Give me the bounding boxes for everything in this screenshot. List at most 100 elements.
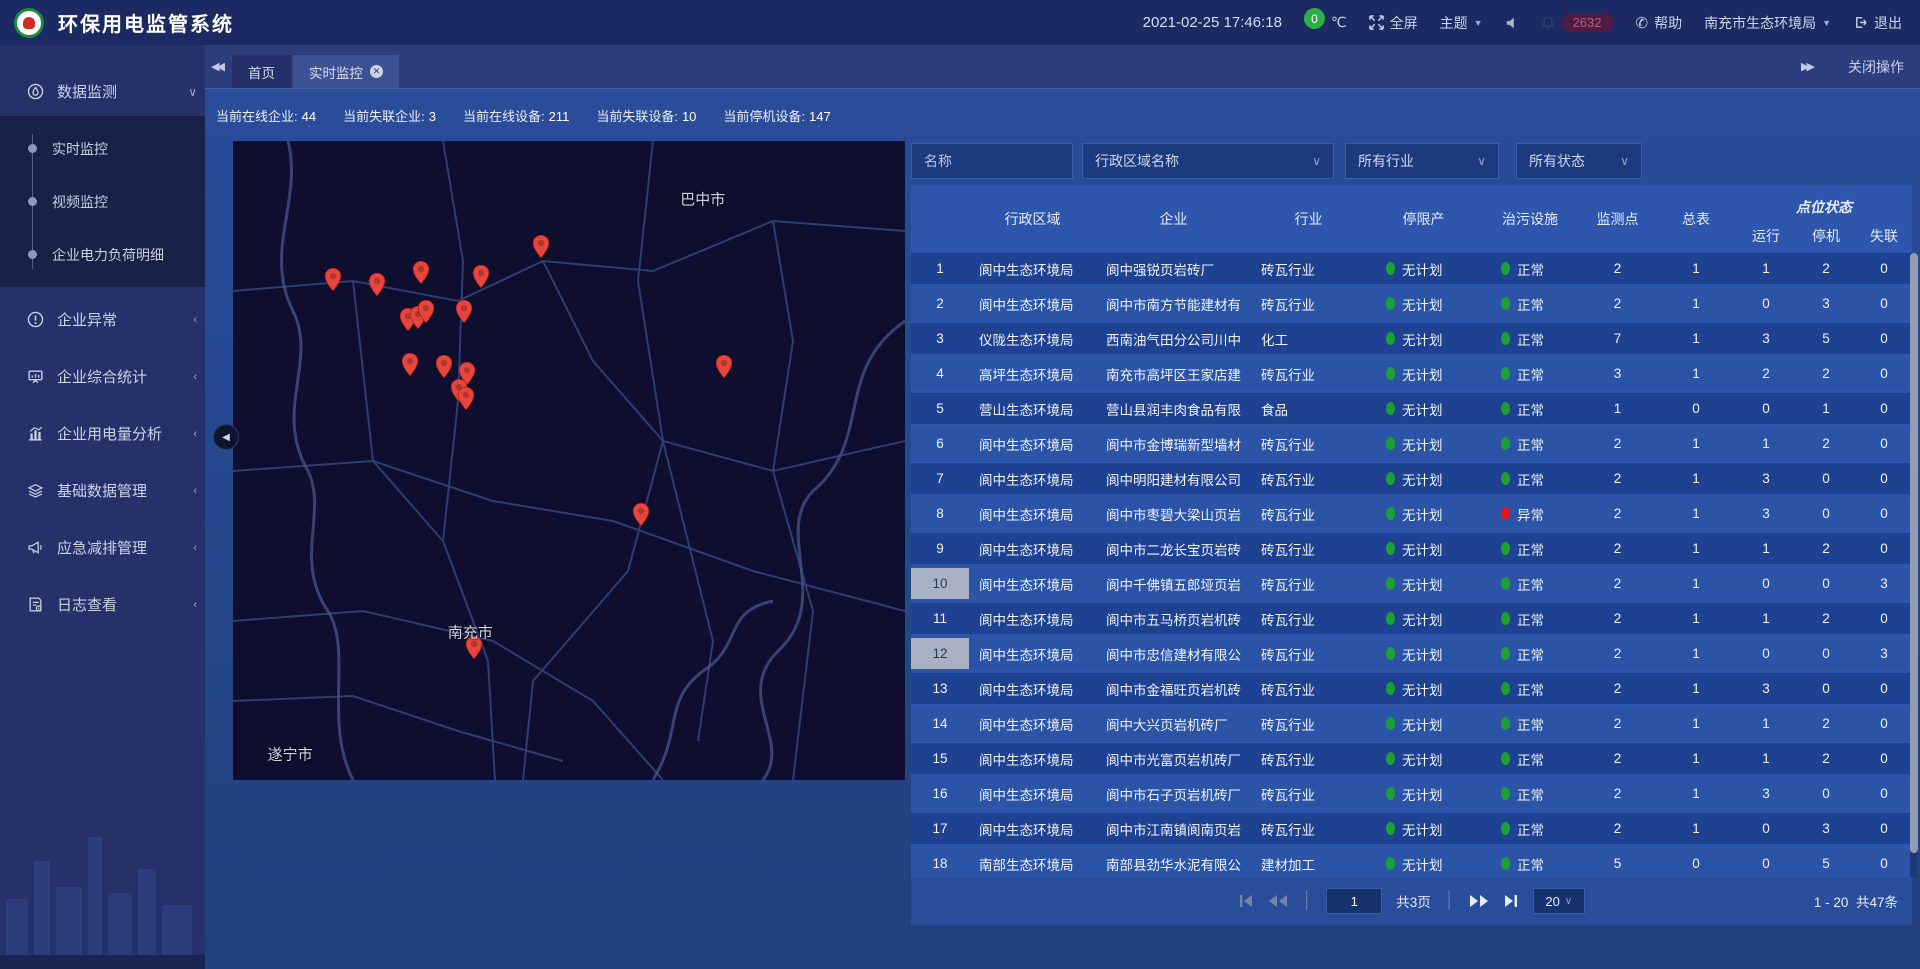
name-search-input[interactable] bbox=[911, 143, 1073, 179]
cell-lost: 3 bbox=[1856, 568, 1912, 599]
chevron-down-icon: ∨ bbox=[1620, 154, 1629, 168]
table-row[interactable]: 16阆中生态环境局阆中市石子页岩机砖厂砖瓦行业无计划正常21300 bbox=[911, 778, 1912, 813]
industry-select[interactable]: 所有行业 ∨ bbox=[1345, 143, 1499, 179]
table-row[interactable]: 6阆中生态环境局阆中市金博瑞新型墙材砖瓦行业无计划正常21120 bbox=[911, 428, 1912, 463]
table-row[interactable]: 17阆中生态环境局阆中市江南镇阆南页岩砖瓦行业无计划正常21030 bbox=[911, 813, 1912, 848]
cell-idx: 4 bbox=[911, 358, 969, 389]
tab-home[interactable]: 首页 bbox=[232, 55, 291, 88]
cell-stop: 无计划 bbox=[1366, 568, 1481, 599]
sidebar-item-5[interactable]: 应急减排管理‹ bbox=[0, 523, 205, 572]
sidebar-item-6[interactable]: 日志查看‹ bbox=[0, 580, 205, 629]
cell-industry: 砖瓦行业 bbox=[1251, 603, 1366, 634]
cell-facility: 正常 bbox=[1481, 673, 1579, 704]
map-pin-icon[interactable] bbox=[368, 272, 386, 297]
cell-facility: 正常 bbox=[1481, 848, 1579, 877]
logout-button[interactable]: 退出 bbox=[1853, 13, 1902, 33]
cell-monitor: 2 bbox=[1579, 708, 1656, 739]
first-page-button[interactable] bbox=[1238, 894, 1254, 908]
cell-idx: 13 bbox=[911, 673, 969, 704]
cell-region: 阆中生态环境局 bbox=[969, 813, 1096, 844]
notifications-button[interactable]: 2632 bbox=[1541, 13, 1614, 32]
status-dot-green bbox=[1386, 577, 1395, 590]
prev-page-button[interactable] bbox=[1268, 894, 1288, 908]
tab-realtime-monitor[interactable]: 实时监控 ✕ bbox=[293, 55, 399, 88]
cell-run: 2 bbox=[1736, 358, 1796, 389]
next-page-button[interactable] bbox=[1469, 894, 1489, 908]
map-pin-icon[interactable] bbox=[632, 502, 650, 527]
cell-total: 1 bbox=[1656, 743, 1736, 774]
table-row[interactable]: 2阆中生态环境局阆中市南方节能建材有砖瓦行业无计划正常21030 bbox=[911, 288, 1912, 323]
cell-company: 营山县润丰肉食品有限 bbox=[1096, 393, 1251, 424]
table-row[interactable]: 14阆中生态环境局阆中大兴页岩机砖厂砖瓦行业无计划正常21120 bbox=[911, 708, 1912, 743]
table-row[interactable]: 8阆中生态环境局阆中市枣碧大梁山页岩砖瓦行业无计划异常21300 bbox=[911, 498, 1912, 533]
sidebar-item-4[interactable]: 基础数据管理‹ bbox=[0, 466, 205, 515]
sound-toggle-button[interactable] bbox=[1505, 16, 1519, 30]
region-select[interactable]: 行政区域名称 ∨ bbox=[1082, 143, 1334, 179]
sidebar-subitem-0-2[interactable]: 企业电力负荷明细 bbox=[0, 228, 205, 281]
table-row[interactable]: 7阆中生态环境局阆中明阳建材有限公司砖瓦行业无计划正常21300 bbox=[911, 463, 1912, 498]
table-row[interactable]: 18南部生态环境局南部县劲华水泥有限公建材加工无计划正常50050 bbox=[911, 848, 1912, 877]
user-org-menu[interactable]: 南充市生态环境局 ▼ bbox=[1704, 13, 1831, 33]
map-pin-icon[interactable] bbox=[417, 299, 435, 324]
map-pin-icon[interactable] bbox=[412, 260, 430, 285]
cell-halt: 2 bbox=[1796, 358, 1856, 389]
map-collapse-button[interactable]: ◀ bbox=[213, 424, 239, 450]
page-size-select[interactable]: 20 ∨ bbox=[1533, 888, 1585, 914]
close-operations-button[interactable]: 关闭操作 bbox=[1848, 57, 1904, 77]
col-halt: 停机 bbox=[1796, 219, 1856, 253]
phone-icon: ✆ bbox=[1636, 14, 1649, 32]
sidebar-item-0[interactable]: 数据监测∨ bbox=[0, 67, 205, 116]
sidebar-item-2[interactable]: 企业综合统计‹ bbox=[0, 352, 205, 401]
cell-facility: 正常 bbox=[1481, 568, 1579, 599]
table-row[interactable]: 5营山生态环境局营山县润丰肉食品有限食品无计划正常10010 bbox=[911, 393, 1912, 428]
table-row[interactable]: 9阆中生态环境局阆中市二龙长宝页岩砖砖瓦行业无计划正常21120 bbox=[911, 533, 1912, 568]
table-scrollbar[interactable] bbox=[1910, 253, 1918, 877]
tabs-scroll-left-button[interactable]: ◀◀ bbox=[205, 60, 232, 73]
map-panel[interactable]: 巴中市南充市遂宁市 bbox=[233, 141, 905, 780]
cell-region: 阆中生态环境局 bbox=[969, 673, 1096, 704]
prev-page-icon bbox=[1268, 894, 1288, 908]
fullscreen-button[interactable]: 全屏 bbox=[1369, 13, 1418, 33]
map-pin-icon[interactable] bbox=[532, 234, 550, 259]
table-row[interactable]: 15阆中生态环境局阆中市光富页岩机砖厂砖瓦行业无计划正常21120 bbox=[911, 743, 1912, 778]
scrollbar-thumb[interactable] bbox=[1910, 253, 1918, 853]
stat-item-0: 当前在线企业:44 bbox=[216, 106, 316, 125]
theme-menu-button[interactable]: 主题 ▼ bbox=[1440, 13, 1483, 33]
cell-region: 南部生态环境局 bbox=[969, 848, 1096, 877]
table-row[interactable]: 3仪陇生态环境局西南油气田分公司川中化工无计划正常71350 bbox=[911, 323, 1912, 358]
table-row[interactable]: 1阆中生态环境局阆中强锐页岩砖厂砖瓦行业无计划正常21120 bbox=[911, 253, 1912, 288]
sidebar-item-label: 企业用电量分析 bbox=[57, 423, 162, 444]
cell-facility: 正常 bbox=[1481, 393, 1579, 424]
sidebar-item-3[interactable]: 企业用电量分析‹ bbox=[0, 409, 205, 458]
help-button[interactable]: ✆ 帮助 bbox=[1636, 13, 1683, 33]
map-pin-icon[interactable] bbox=[401, 352, 419, 377]
map-pin-icon[interactable] bbox=[457, 386, 475, 411]
map-pin-icon[interactable] bbox=[455, 299, 473, 324]
sidebar-subitem-0-1[interactable]: 视频监控 bbox=[0, 175, 205, 228]
cell-industry: 砖瓦行业 bbox=[1251, 463, 1366, 494]
table-row[interactable]: 10阆中生态环境局阆中千佛镇五郎垭页岩砖瓦行业无计划正常21003 bbox=[911, 568, 1912, 603]
app-root: 环保用电监管系统 2021-02-25 17:46:18 0 ℃ 全屏 主题 ▼ bbox=[0, 0, 1920, 969]
cell-stop: 无计划 bbox=[1366, 708, 1481, 739]
cell-stop: 无计划 bbox=[1366, 533, 1481, 564]
table-row[interactable]: 11阆中生态环境局阆中市五马桥页岩机砖砖瓦行业无计划正常21120 bbox=[911, 603, 1912, 638]
tabs-scroll-right-button[interactable]: ▶▶ bbox=[1795, 60, 1822, 73]
table-row[interactable]: 4高坪生态环境局南充市高坪区王家店建砖瓦行业无计划正常31220 bbox=[911, 358, 1912, 393]
sidebar-item-1[interactable]: 企业异常‹ bbox=[0, 295, 205, 344]
table-row[interactable]: 12阆中生态环境局阆中市忠信建材有限公砖瓦行业无计划正常21003 bbox=[911, 638, 1912, 673]
map-pin-icon[interactable] bbox=[472, 264, 490, 289]
stat-item-4: 当前停机设备:147 bbox=[723, 106, 830, 125]
table-row[interactable]: 13阆中生态环境局阆中市金福旺页岩机砖砖瓦行业无计划正常21300 bbox=[911, 673, 1912, 708]
sidebar-subitem-0-0[interactable]: 实时监控 bbox=[0, 122, 205, 175]
last-page-button[interactable] bbox=[1503, 894, 1519, 908]
close-icon[interactable]: ✕ bbox=[370, 65, 383, 78]
cell-run: 0 bbox=[1736, 638, 1796, 669]
cell-idx: 6 bbox=[911, 428, 969, 459]
cell-monitor: 1 bbox=[1579, 393, 1656, 424]
map-pin-icon[interactable] bbox=[324, 267, 342, 292]
alert-icon bbox=[27, 311, 44, 328]
status-select[interactable]: 所有状态 ∨ bbox=[1516, 143, 1642, 179]
page-number-input[interactable] bbox=[1326, 888, 1382, 914]
map-pin-icon[interactable] bbox=[715, 354, 733, 379]
map-pin-icon[interactable] bbox=[435, 354, 453, 379]
